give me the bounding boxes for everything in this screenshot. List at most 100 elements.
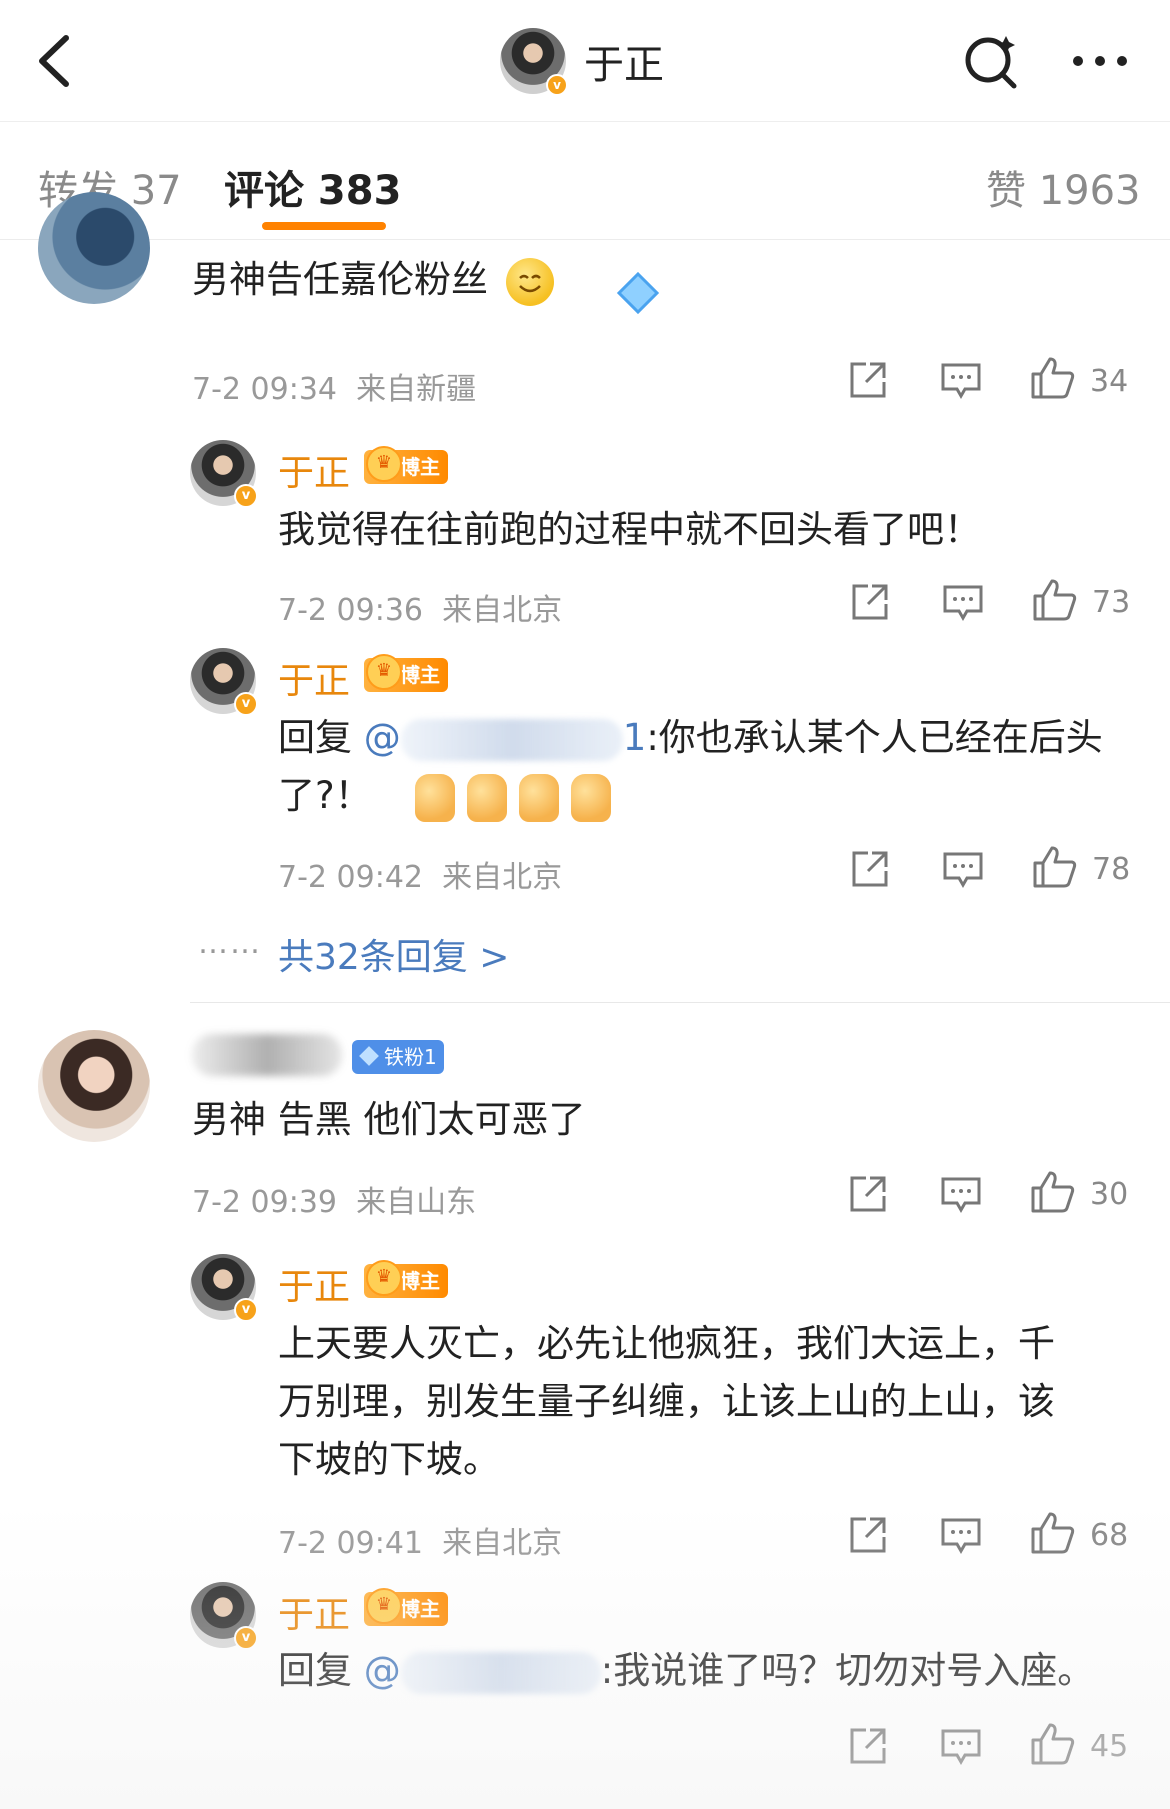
- tab-comments[interactable]: 评论 383: [224, 158, 401, 216]
- like-button[interactable]: [1030, 356, 1076, 404]
- share-icon: [850, 1728, 886, 1764]
- diamond-decoration-icon: [615, 270, 661, 316]
- avatar[interactable]: v: [190, 440, 258, 508]
- share-button[interactable]: [848, 1515, 888, 1559]
- comment-icon: [943, 852, 983, 889]
- like-button[interactable]: [1030, 1511, 1076, 1559]
- search-button[interactable]: [960, 30, 1022, 92]
- tab-indicator: [262, 222, 386, 230]
- share-button[interactable]: [850, 849, 890, 893]
- comment-icon: [941, 363, 981, 400]
- reply-button[interactable]: [940, 1517, 982, 1559]
- thumbs-up-icon: [1031, 1512, 1075, 1554]
- username[interactable]: 于正: [278, 652, 350, 704]
- host-badge: ♛ 博主: [364, 1260, 448, 1298]
- tab-likes[interactable]: 赞 1963: [986, 158, 1141, 216]
- host-badge: ♛ 博主: [364, 446, 448, 484]
- title-group[interactable]: v 于正: [500, 26, 664, 96]
- search-icon: [965, 36, 1017, 89]
- comment-text: 回复 @1:你也承认某个人已经在后头: [278, 716, 1103, 761]
- comment-icon: [943, 585, 983, 622]
- like-button[interactable]: [1032, 578, 1078, 626]
- host-badge: ♛ 博主: [364, 1588, 448, 1626]
- reply-button[interactable]: [940, 362, 982, 404]
- like-count: 73: [1092, 585, 1131, 620]
- share-button[interactable]: [848, 360, 888, 404]
- page-title: 于正: [584, 42, 664, 88]
- more-dots: ……: [198, 926, 262, 961]
- comment-text: 我觉得在往前跑的过程中就不回头看了吧！: [278, 508, 981, 551]
- blurred-username[interactable]: [192, 1034, 342, 1076]
- comment-text: 男神 告黑 他们太可恶了: [192, 1098, 586, 1141]
- thumbs-up-icon: [1031, 1171, 1075, 1213]
- like-button[interactable]: [1030, 1722, 1076, 1770]
- more-button[interactable]: [1068, 46, 1132, 76]
- comment-icon: [941, 1518, 981, 1555]
- comment-text: 上天要人灭亡，必先让他疯狂，我们大运上，千: [278, 1322, 1055, 1365]
- thumbs-up-icon: [1033, 846, 1077, 888]
- like-count: 30: [1090, 1177, 1129, 1212]
- crown-icon: ♛: [366, 446, 402, 482]
- reply-button[interactable]: [940, 1728, 982, 1770]
- more-replies-link[interactable]: 共32条回复 >: [278, 928, 509, 980]
- thumbs-up-emoji-icon: [519, 773, 560, 822]
- comment-text: 男神告任嘉伦粉丝: [192, 251, 554, 309]
- comment-meta: 7-2 09:41 来自北京: [278, 1526, 563, 1561]
- thumbs-up-icon: [1031, 1723, 1075, 1765]
- like-count: 45: [1090, 1729, 1129, 1764]
- username[interactable]: 于正: [278, 1586, 350, 1638]
- comment-text-line2: 万别理，别发生量子纠缠，让该上山的上山，该: [278, 1380, 1055, 1423]
- more-icon: [1073, 56, 1127, 66]
- fan-badge: 铁粉1: [352, 1040, 444, 1074]
- thumbs-up-icon: [1033, 579, 1077, 621]
- share-button[interactable]: [848, 1174, 888, 1218]
- share-icon: [850, 1517, 886, 1553]
- chevron-left-icon: [39, 35, 69, 87]
- reply-button[interactable]: [942, 584, 984, 626]
- comment-meta: 7-2 09:39 来自山东: [192, 1185, 477, 1220]
- share-icon: [852, 584, 888, 620]
- avatar[interactable]: [38, 1030, 150, 1142]
- like-count: 34: [1090, 364, 1129, 399]
- share-button[interactable]: [848, 1726, 888, 1770]
- like-button[interactable]: [1032, 845, 1078, 893]
- comment-icon: [941, 1729, 981, 1766]
- avatar[interactable]: [38, 192, 150, 304]
- avatar[interactable]: v: [190, 1254, 258, 1322]
- reply-button[interactable]: [940, 1176, 982, 1218]
- username[interactable]: 于正: [278, 1258, 350, 1310]
- reply-button[interactable]: [942, 851, 984, 893]
- verified-badge: v: [234, 484, 258, 508]
- share-icon: [852, 851, 888, 887]
- avatar[interactable]: v: [500, 28, 568, 96]
- back-button[interactable]: [28, 28, 88, 94]
- verified-badge: v: [234, 1626, 258, 1650]
- verified-badge: v: [234, 1298, 258, 1322]
- comment-text-line2: 了?！: [278, 767, 623, 825]
- avatar[interactable]: v: [190, 648, 258, 716]
- share-button[interactable]: [850, 582, 890, 626]
- tab-bar: 转发 37 评论 383 赞 1963: [0, 122, 1170, 240]
- mention-link[interactable]: @: [364, 1649, 601, 1694]
- top-bar: v 于正: [0, 0, 1170, 122]
- crown-icon: ♛: [366, 1260, 402, 1296]
- thumbs-up-emoji-icon: [571, 773, 612, 822]
- comment-icon: [941, 1177, 981, 1214]
- avatar[interactable]: v: [190, 1582, 258, 1650]
- divider: [190, 1002, 1170, 1003]
- username[interactable]: 于正: [278, 444, 350, 496]
- share-icon: [850, 362, 886, 398]
- share-icon: [850, 1176, 886, 1212]
- blurred-username: [400, 1651, 601, 1694]
- like-button[interactable]: [1030, 1170, 1076, 1218]
- like-count: 78: [1092, 852, 1131, 887]
- host-badge: ♛ 博主: [364, 654, 448, 692]
- smile-emoji-icon: [505, 257, 554, 306]
- verified-badge: v: [546, 74, 568, 96]
- comment-text-line3: 下坡的下坡。: [278, 1438, 500, 1481]
- verified-badge: v: [234, 692, 258, 716]
- crown-icon: ♛: [366, 1588, 402, 1624]
- crown-icon: ♛: [366, 654, 402, 690]
- comment-text: 回复 @:我说谁了吗？切勿对号入座。: [278, 1649, 1095, 1694]
- mention-link[interactable]: @1: [364, 716, 646, 761]
